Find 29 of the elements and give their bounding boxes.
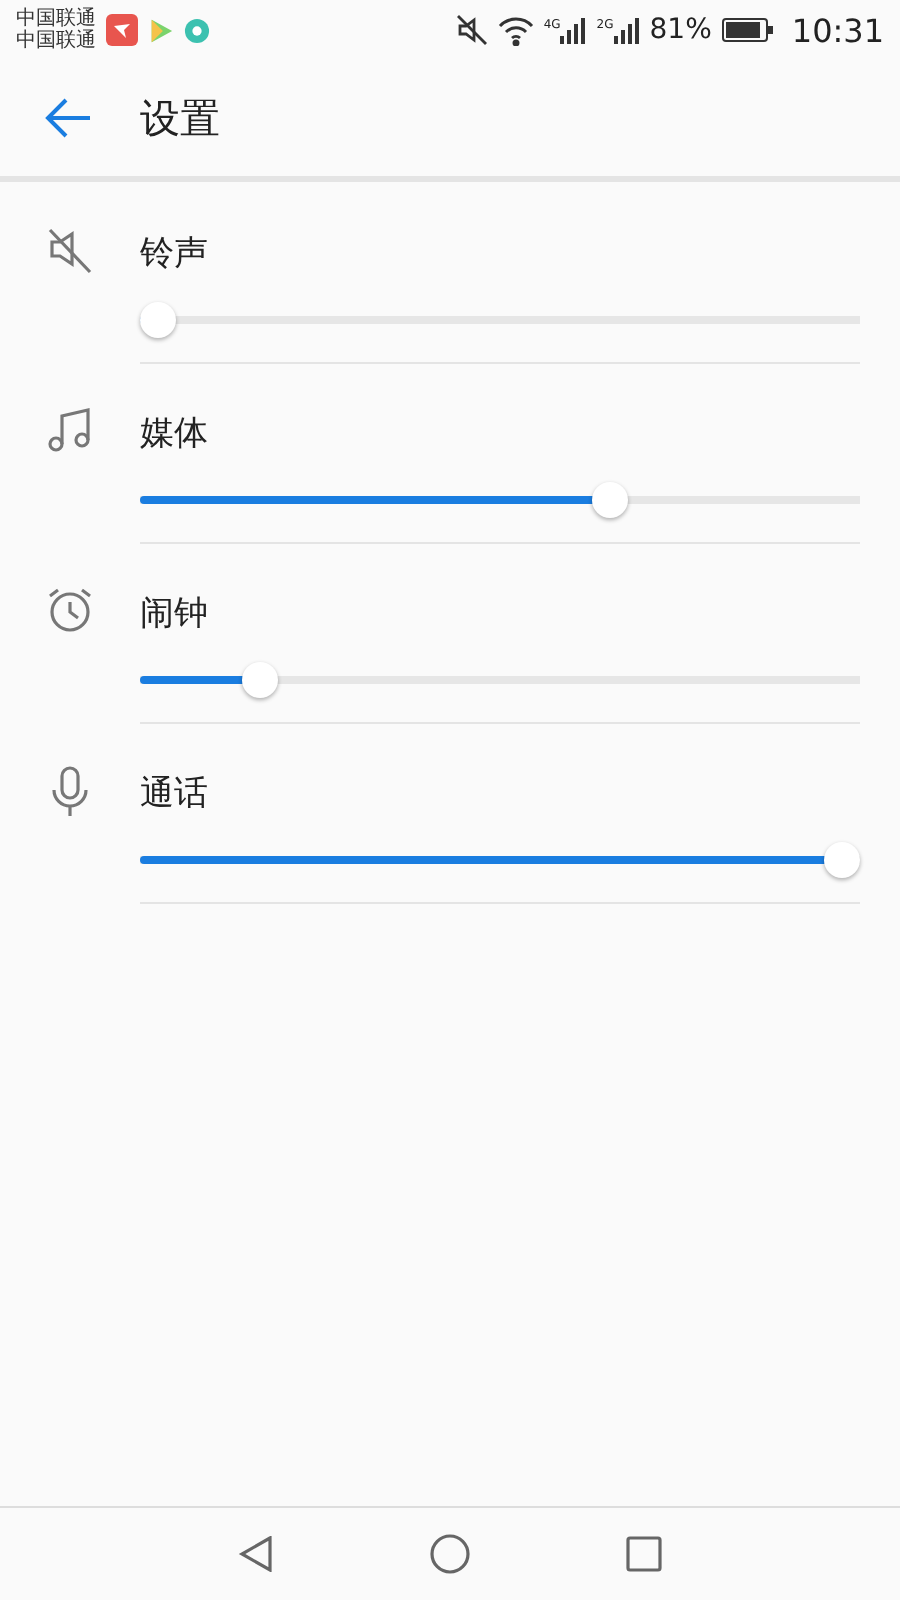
slider-thumb[interactable] bbox=[591, 482, 628, 518]
slider-thumb[interactable] bbox=[242, 662, 279, 698]
page-title: 设置 bbox=[140, 91, 220, 145]
battery-percent: 81% bbox=[649, 14, 712, 46]
music-note-icon bbox=[46, 406, 94, 454]
wifi-icon bbox=[497, 15, 534, 45]
muted-speaker-icon bbox=[46, 226, 94, 274]
alarm-clock-icon bbox=[46, 586, 94, 634]
app-icon bbox=[184, 17, 210, 43]
volume-label: 通话 bbox=[140, 772, 210, 816]
carrier-name: 中国联通 bbox=[16, 30, 96, 52]
triangle-back-icon bbox=[238, 1536, 274, 1572]
circle-home-icon bbox=[430, 1534, 470, 1574]
signal-icon bbox=[560, 17, 587, 43]
carrier-name: 中国联通 bbox=[16, 8, 96, 30]
volume-label: 媒体 bbox=[140, 412, 210, 456]
signal-icon bbox=[613, 17, 640, 43]
clock: 10:31 bbox=[791, 11, 884, 49]
slider-thumb[interactable] bbox=[824, 842, 860, 878]
battery-icon bbox=[721, 18, 774, 42]
microphone-icon bbox=[46, 766, 94, 818]
volume-label: 闹钟 bbox=[140, 592, 210, 636]
volume-label: 铃声 bbox=[140, 232, 210, 276]
mute-icon bbox=[455, 14, 488, 46]
square-recents-icon bbox=[626, 1536, 662, 1572]
back-arrow-icon bbox=[44, 96, 92, 140]
play-icon bbox=[148, 17, 174, 43]
slider-thumb[interactable] bbox=[140, 302, 176, 338]
app-icon bbox=[106, 14, 138, 46]
